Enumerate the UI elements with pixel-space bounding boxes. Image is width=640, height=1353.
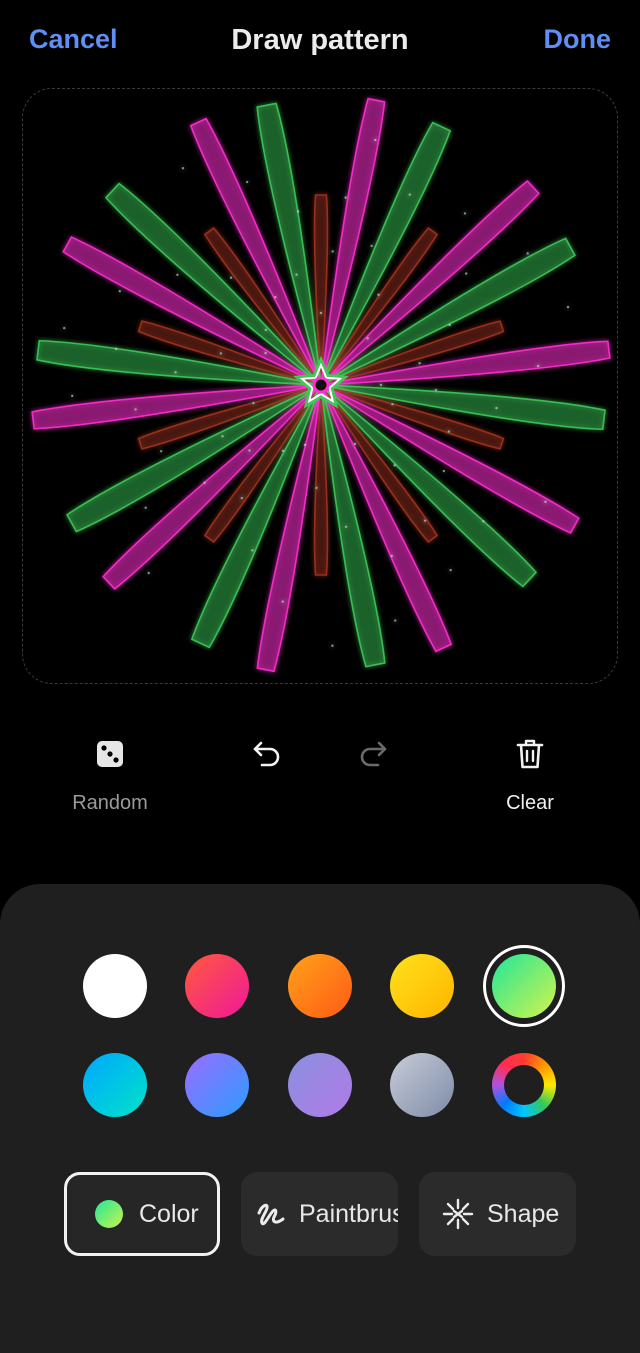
pattern-sparkle-dot	[134, 408, 137, 411]
pattern-sparkle-dot	[536, 364, 540, 368]
pattern-sparkle-dot	[393, 464, 396, 467]
pattern-sparkle-dot	[526, 252, 529, 255]
color-swatch-gray-blue[interactable]	[390, 1053, 454, 1117]
pattern-sparkle-dot	[264, 328, 268, 332]
pattern-sparkle-dot	[71, 394, 74, 398]
pattern-sparkle-dot	[344, 525, 348, 529]
pattern-sparkle-dot	[174, 371, 177, 374]
pattern-sparkle-dot	[144, 506, 147, 509]
pattern-sparkle-dot	[408, 193, 411, 196]
pattern-sparkle-dot	[159, 450, 163, 453]
pattern-sparkle-dot	[245, 180, 249, 184]
color-panel: Color Paintbrush Shape	[0, 884, 640, 1353]
paintbrush-squiggle-icon	[255, 1199, 287, 1229]
pattern-sparkle-dot	[248, 449, 251, 452]
pattern-sparkle-dot	[118, 289, 121, 293]
custom-color-wheel-button[interactable]	[492, 1053, 556, 1117]
pattern-sparkle-dot	[296, 210, 300, 213]
pattern-sparkle-dot	[482, 520, 485, 523]
pattern-sparkle-dot	[463, 212, 467, 215]
pattern-sparkle-dot	[394, 619, 397, 622]
pattern-sparkle-dot	[229, 276, 233, 279]
mode-paintbrush-label: Paintbrush	[299, 1199, 398, 1228]
pattern-sparkle-dot	[377, 293, 380, 296]
color-swatch-yellow[interactable]	[390, 954, 454, 1018]
done-button[interactable]: Done	[544, 24, 612, 55]
color-swatch-cyan[interactable]	[83, 1053, 147, 1117]
pattern-sparkle-dot	[447, 430, 450, 433]
pattern-sparkle-dot	[315, 486, 318, 490]
pattern-sparkle-dot	[434, 388, 438, 392]
clear-button[interactable]: Clear	[465, 730, 595, 815]
mode-color-label: Color	[139, 1199, 199, 1228]
color-swatch-green[interactable]	[483, 945, 565, 1027]
pattern-sparkle-dot	[274, 295, 277, 299]
center-core	[312, 376, 330, 394]
pattern-sparkle-dot	[391, 402, 394, 406]
pattern-sparkle-dot	[442, 469, 446, 473]
mode-shape-tab[interactable]: Shape	[419, 1172, 576, 1256]
sparkle-shape-icon	[441, 1197, 475, 1231]
pattern-sparkle-dot	[448, 323, 451, 327]
pattern-sparkle-dot	[390, 554, 393, 558]
dice-icon	[97, 741, 123, 767]
pattern-sparkle-dot	[252, 401, 255, 405]
clear-label: Clear	[506, 792, 554, 814]
pattern-sparkle-dot	[219, 352, 223, 355]
pattern-sparkle-dot	[370, 244, 373, 248]
pattern-sparkle-dot	[331, 250, 334, 253]
pattern-sparkle-dot	[353, 442, 357, 446]
pattern-sparkle-dot	[423, 519, 427, 522]
pattern-sparkle-dot	[495, 406, 498, 410]
color-swatch-red-pink[interactable]	[185, 954, 249, 1018]
pattern-sparkle-dot	[281, 449, 285, 453]
mode-shape-label: Shape	[487, 1199, 560, 1228]
pattern-sparkle-dot	[114, 347, 118, 351]
pattern-sparkle-dot	[449, 568, 452, 572]
pattern-sparkle-dot	[240, 496, 244, 500]
pattern-sparkle-dot	[566, 305, 570, 309]
pattern-sparkle-dot	[331, 644, 334, 647]
color-swatch-blue-violet[interactable]	[185, 1053, 249, 1117]
color-swatch-lavender[interactable]	[288, 1053, 352, 1117]
pattern-sparkle-dot	[221, 435, 224, 438]
color-swatch-orange[interactable]	[288, 954, 352, 1018]
pattern-sparkle-dot	[264, 351, 267, 355]
pattern-sparkle-dot	[544, 500, 547, 504]
pattern-sparkle-dot	[303, 443, 307, 447]
trash-icon	[516, 739, 544, 769]
pattern-sparkle-dot	[281, 600, 284, 603]
pattern-artwork	[31, 97, 611, 673]
pattern-sparkle-dot	[418, 361, 421, 365]
pattern-sparkle-dot	[374, 138, 377, 142]
pattern-sparkle-dot	[181, 167, 185, 170]
drawing-canvas[interactable]	[22, 88, 618, 684]
pattern-sparkle-dot	[464, 272, 468, 275]
pattern-sparkle-dot	[176, 273, 179, 277]
pattern-sparkle-dot	[379, 383, 383, 387]
pattern-sparkle-dot	[319, 311, 323, 315]
random-button[interactable]: Random	[45, 730, 175, 815]
color-dot-icon	[95, 1200, 123, 1228]
pattern-sparkle-dot	[147, 571, 150, 575]
pattern-sparkle-dot	[203, 481, 206, 484]
pattern-sparkle-dot	[344, 196, 347, 199]
pattern-sparkle-dot	[63, 326, 66, 330]
pattern-sparkle-dot	[251, 549, 254, 552]
redo-button[interactable]	[308, 730, 438, 778]
top-bar: Cancel Draw pattern Done	[0, 0, 640, 86]
mode-paintbrush-tab[interactable]: Paintbrush	[241, 1172, 398, 1256]
color-swatch-white[interactable]	[83, 954, 147, 1018]
undo-icon	[253, 741, 280, 767]
mode-color-tab[interactable]: Color	[64, 1172, 220, 1256]
random-label: Random	[72, 792, 148, 814]
pattern-sparkle-dot	[366, 337, 369, 340]
pattern-sparkle-dot	[295, 273, 298, 276]
redo-icon	[360, 741, 387, 767]
